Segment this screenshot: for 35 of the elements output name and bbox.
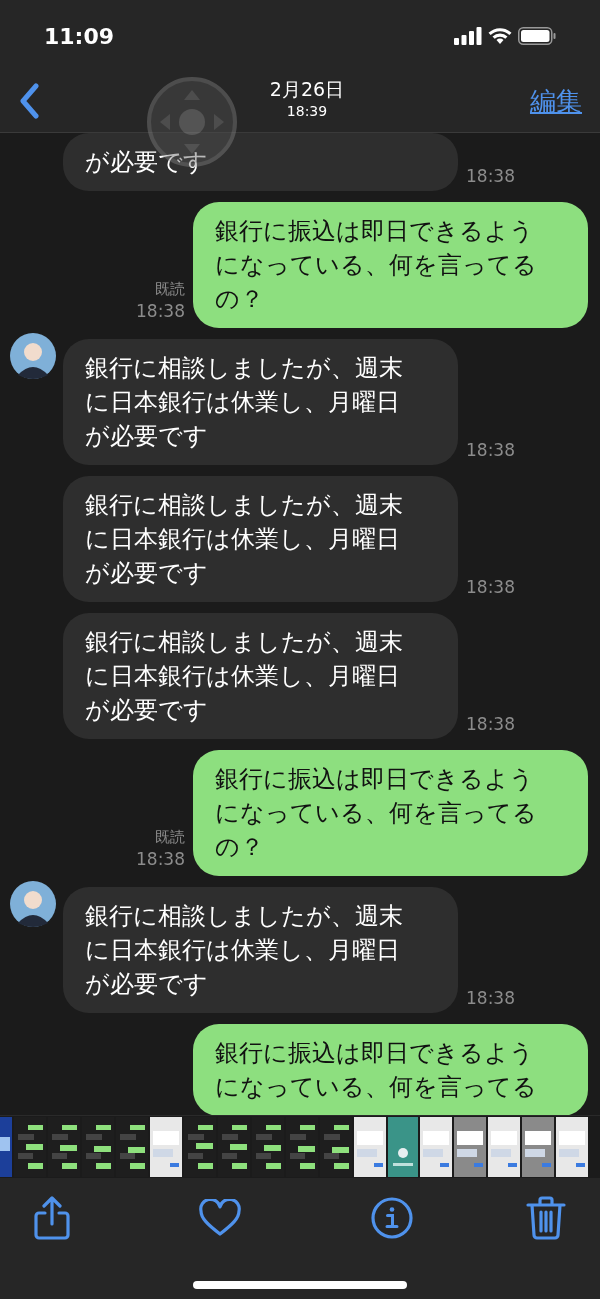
wifi-icon <box>488 27 512 45</box>
trash-icon <box>526 1196 566 1240</box>
timestamp: 18:38 <box>466 575 515 599</box>
signal-icon <box>454 27 482 45</box>
message-text: 銀行に相談しましたが、週末に日本銀行は休業し、月曜日が必要です <box>85 901 404 1000</box>
timestamp: 18:38 <box>466 986 515 1010</box>
status-time: 11:09 <box>44 22 115 51</box>
read-receipt: 既読 <box>155 279 185 300</box>
battery-icon <box>518 27 556 45</box>
nav-title: 2月26日 <box>269 77 345 102</box>
avatar-icon[interactable] <box>10 333 56 379</box>
avatar-icon[interactable] <box>10 881 56 927</box>
message-text: 銀行に振込は即日できるようになっている、何を言ってるの？ <box>215 216 538 315</box>
share-button[interactable] <box>34 1196 70 1240</box>
chevron-left-icon <box>18 83 40 119</box>
info-icon <box>370 1197 413 1239</box>
message-text: が必要です <box>85 147 209 178</box>
favorite-button[interactable] <box>199 1199 242 1237</box>
info-button[interactable] <box>370 1197 413 1239</box>
nav-subtitle: 18:39 <box>286 102 328 120</box>
edit-link[interactable]: 編集 <box>530 81 582 121</box>
read-receipt: 既読 <box>155 827 185 848</box>
timestamp: 18:38 <box>466 438 515 462</box>
message-text: 銀行に相談しましたが、週末に日本銀行は休業し、月曜日が必要です <box>85 627 404 726</box>
message-text: 銀行に振込は即日できるようになっている、何を言ってるの？ <box>215 764 538 863</box>
delete-button[interactable] <box>526 1196 566 1240</box>
message-text: 銀行に相談しましたが、週末に日本銀行は休業し、月曜日が必要です <box>85 353 404 452</box>
timestamp: 18:38 <box>466 164 515 188</box>
share-icon <box>34 1196 70 1240</box>
heart-icon <box>199 1199 242 1237</box>
timestamp: 18:38 <box>466 712 515 736</box>
timestamp: 18:38 <box>136 848 185 870</box>
timestamp: 18:38 <box>136 300 185 322</box>
message-text: 銀行に振込は即日できるようになっている、何を言ってる <box>215 1038 538 1103</box>
message-text: 銀行に相談しましたが、週末に日本銀行は休業し、月曜日が必要です <box>85 490 404 589</box>
